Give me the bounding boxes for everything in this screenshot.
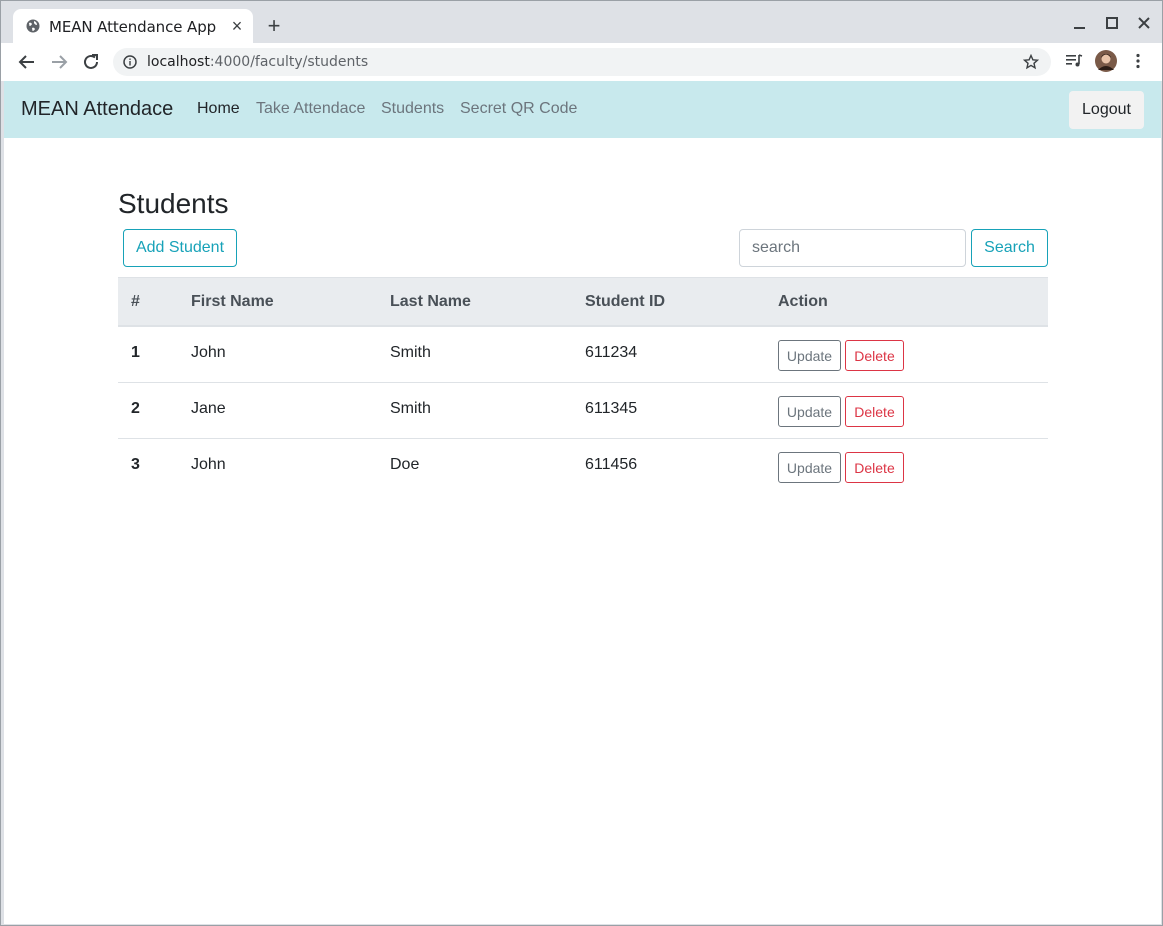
header-action: Action [778, 293, 828, 310]
delete-button[interactable]: Delete [845, 396, 904, 427]
last-name-cell: Doe [390, 456, 420, 473]
browser-toolbar: localhost:4000/faculty/students [1, 43, 1162, 81]
add-student-button[interactable]: Add Student [123, 229, 237, 267]
row-number: 1 [131, 344, 140, 361]
new-tab-icon[interactable]: + [263, 15, 285, 37]
first-name-cell: John [191, 344, 226, 361]
tab-title: MEAN Attendance App [49, 18, 217, 36]
student-id-cell: 611345 [585, 400, 638, 417]
search-button[interactable]: Search [971, 229, 1048, 267]
page-title: Students [118, 188, 229, 219]
tab-strip: MEAN Attendance App × + [1, 1, 1162, 43]
app-navbar: MEAN Attendace Home Take Attendace Stude… [4, 81, 1161, 138]
header-student-id: Student ID [585, 293, 665, 310]
header-number: # [131, 293, 140, 310]
logout-button[interactable]: Logout [1069, 91, 1144, 129]
student-id-cell: 611234 [585, 344, 638, 361]
update-button[interactable]: Update [778, 340, 841, 371]
close-window-icon[interactable] [1134, 13, 1154, 33]
nav-home-link[interactable]: Home [197, 100, 240, 118]
table-row: 3 John Doe 611456 Update Delete [118, 439, 1048, 495]
reload-icon[interactable] [80, 51, 102, 73]
student-id-cell: 611456 [585, 456, 638, 473]
kebab-menu-icon[interactable] [1131, 53, 1145, 69]
last-name-cell: Smith [390, 400, 431, 417]
last-name-cell: Smith [390, 344, 431, 361]
first-name-cell: John [191, 456, 226, 473]
back-arrow-icon[interactable] [16, 51, 38, 73]
app-brand[interactable]: MEAN Attendace [21, 98, 173, 121]
table-header: # First Name Last Name Student ID Action [118, 277, 1048, 327]
row-number: 2 [131, 400, 140, 417]
update-button[interactable]: Update [778, 452, 841, 483]
header-last-name: Last Name [390, 293, 471, 310]
profile-avatar[interactable] [1095, 50, 1117, 72]
maximize-icon[interactable] [1102, 13, 1122, 33]
bookmark-star-icon[interactable] [1023, 54, 1039, 70]
globe-icon [26, 19, 40, 33]
header-first-name: First Name [191, 293, 274, 310]
search-input[interactable] [739, 229, 966, 267]
page-content: MEAN Attendace Home Take Attendace Stude… [4, 81, 1161, 924]
url-text: localhost:4000/faculty/students [147, 54, 369, 70]
address-bar[interactable]: localhost:4000/faculty/students [113, 48, 1051, 76]
students-table: # First Name Last Name Student ID Action… [118, 277, 1048, 495]
nav-students-link[interactable]: Students [381, 100, 444, 118]
delete-button[interactable]: Delete [845, 452, 904, 483]
table-row: 1 John Smith 611234 Update Delete [118, 327, 1048, 383]
first-name-cell: Jane [191, 400, 226, 417]
forward-arrow-icon[interactable] [48, 51, 70, 73]
table-row: 2 Jane Smith 611345 Update Delete [118, 383, 1048, 439]
row-number: 3 [131, 456, 140, 473]
close-tab-icon[interactable]: × [228, 17, 246, 35]
delete-button[interactable]: Delete [845, 340, 904, 371]
media-queue-icon[interactable] [1065, 53, 1083, 69]
info-icon[interactable] [123, 55, 137, 69]
minimize-icon[interactable] [1070, 13, 1090, 33]
nav-take-attendance-link[interactable]: Take Attendace [256, 100, 365, 118]
browser-tab[interactable]: MEAN Attendance App × [13, 9, 253, 43]
update-button[interactable]: Update [778, 396, 841, 427]
nav-secret-qr-link[interactable]: Secret QR Code [460, 100, 577, 118]
browser-window: MEAN Attendance App × + localhost:4000/f… [0, 0, 1163, 926]
